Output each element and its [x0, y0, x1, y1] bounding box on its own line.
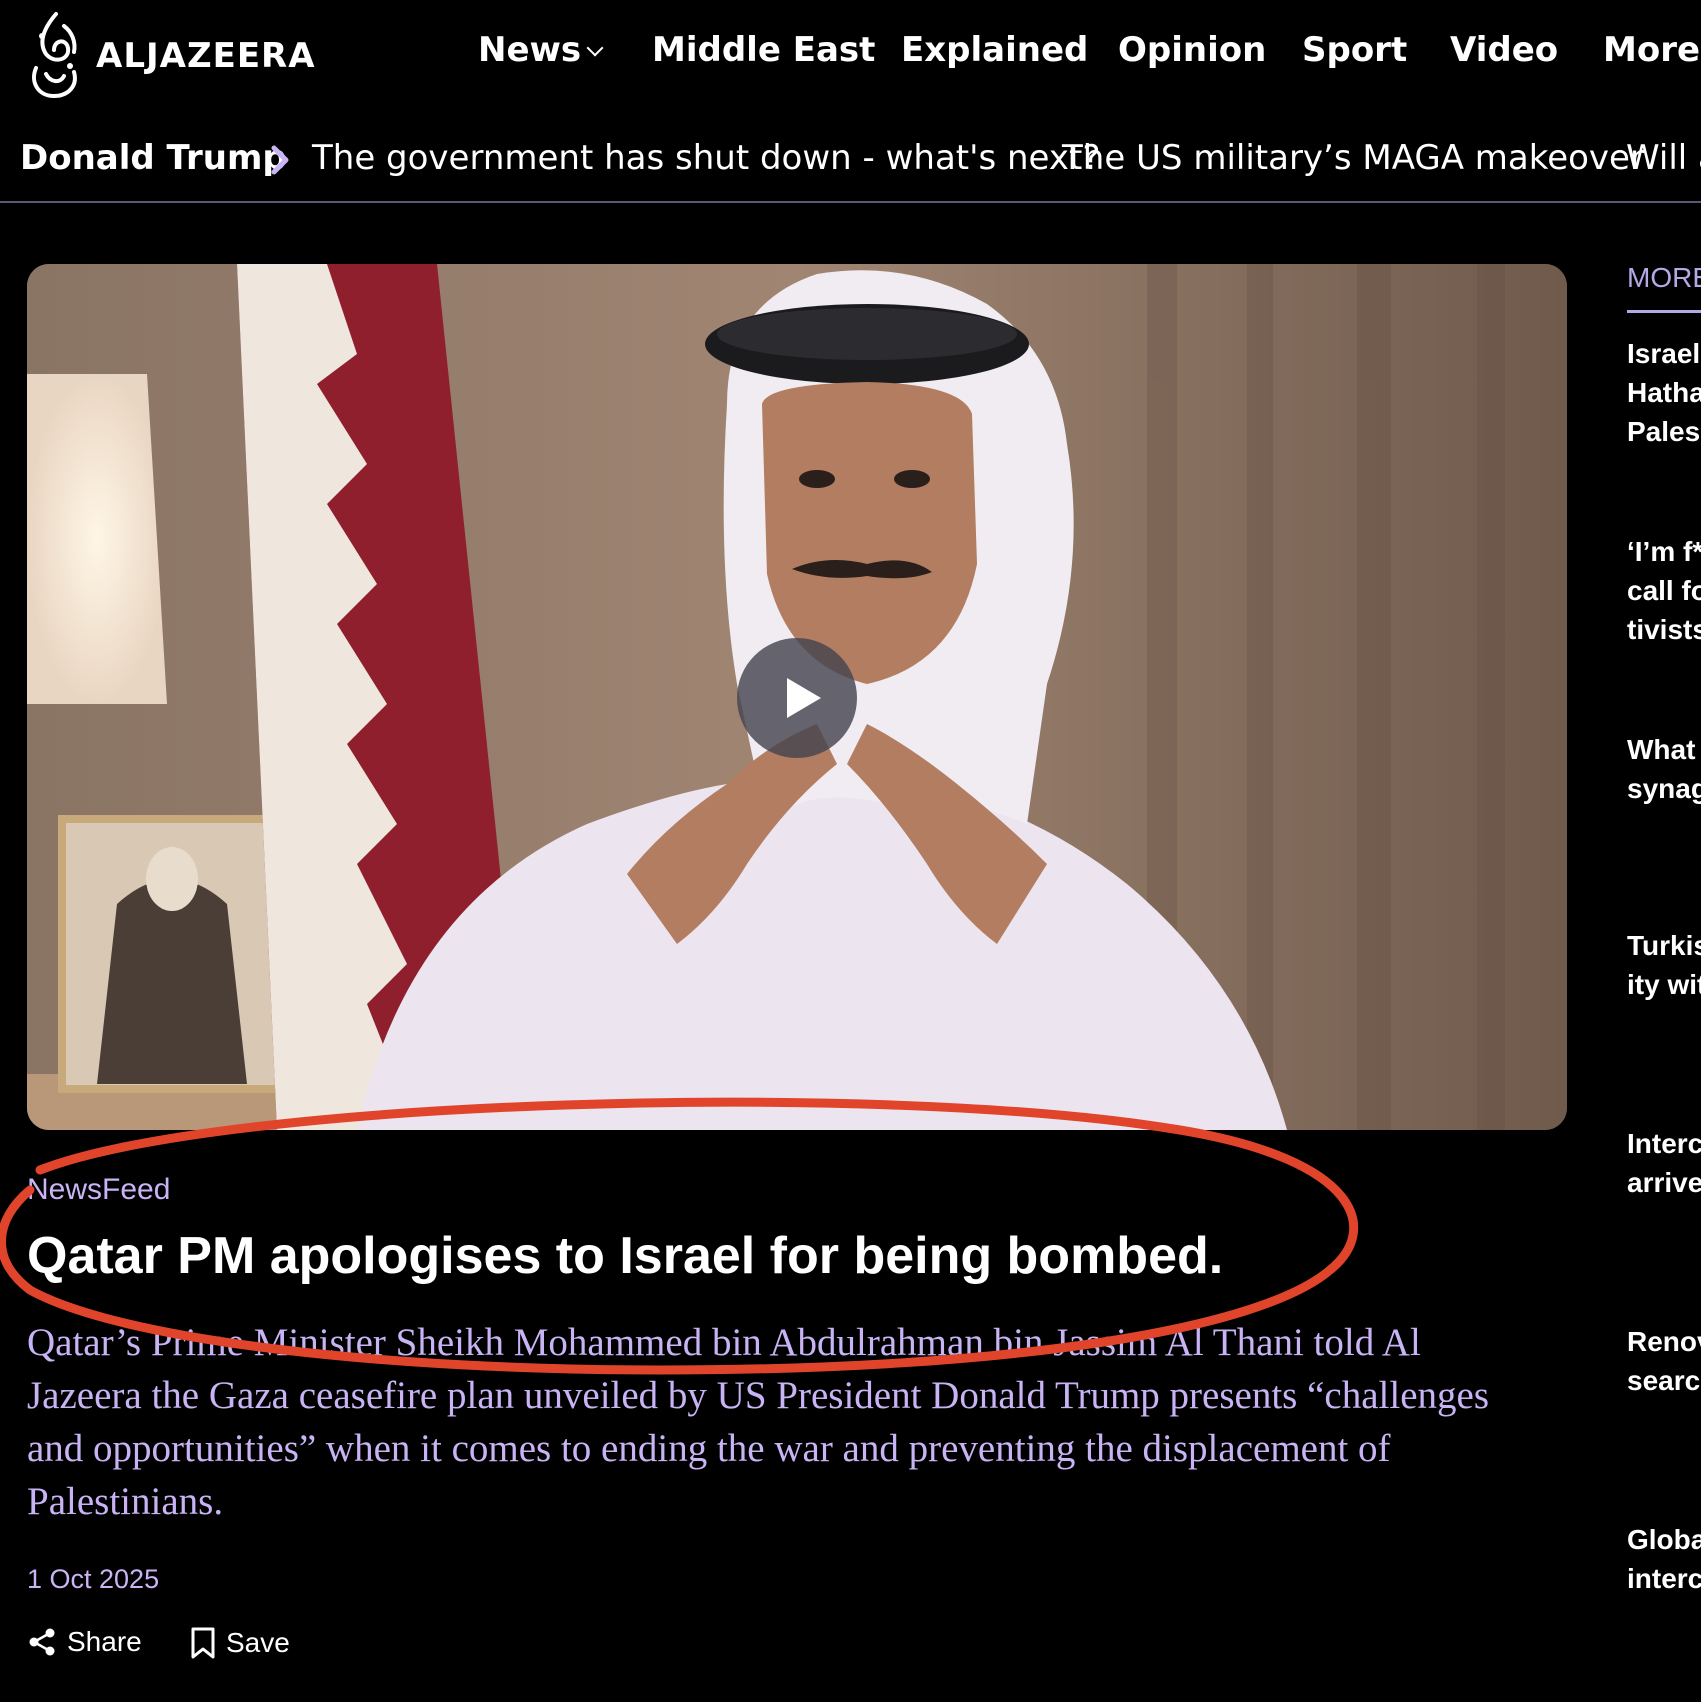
more-story-link[interactable]: ‘I’m f* call fo tivists — [1627, 532, 1701, 649]
bookmark-icon — [191, 1627, 215, 1659]
play-icon[interactable] — [737, 638, 857, 758]
article-headline[interactable]: Qatar PM apologises to Israel for being … — [27, 1226, 1223, 1286]
more-story-link[interactable]: Globa interc — [1627, 1520, 1701, 1598]
nav-item-label: News — [478, 30, 582, 70]
nav-item-sport[interactable]: Sport — [1302, 30, 1407, 70]
trending-link[interactable]: The US military’s MAGA makeover — [1062, 138, 1644, 178]
nav-item-label: More — [1603, 30, 1701, 70]
aljazeera-calligraphy-icon — [32, 12, 77, 99]
more-story-link[interactable]: Interc arrive — [1627, 1124, 1701, 1202]
more-stories-heading: MORE — [1627, 262, 1701, 293]
chevron-right-icon — [271, 145, 289, 175]
share-label: Share — [67, 1626, 142, 1657]
share-button[interactable]: Share — [27, 1626, 142, 1658]
article-date: 1 Oct 2025 — [27, 1564, 160, 1594]
share-icon — [29, 1628, 55, 1656]
nav-item-explained[interactable]: Explained — [901, 30, 1088, 70]
trending-link[interactable]: Will a — [1626, 138, 1701, 178]
trending-bar: Donald Trump The government has shut dow… — [0, 128, 1701, 203]
brand-name: ALJAZEERA — [96, 36, 316, 76]
chevron-down-icon — [586, 39, 604, 57]
divider — [1627, 310, 1701, 313]
nav-item-middle-east[interactable]: Middle East — [652, 30, 875, 70]
more-story-link[interactable]: Turkis ity wit — [1627, 926, 1701, 1004]
save-button[interactable]: Save — [190, 1626, 290, 1660]
aljazeera-logo[interactable]: ALJAZEERA — [24, 6, 316, 106]
video-player[interactable] — [27, 264, 1567, 1130]
article-summary: Qatar’s Prime Minister Sheikh Mohammed b… — [27, 1321, 1490, 1523]
more-story-link[interactable]: What synag — [1627, 730, 1701, 808]
trending-topic-link[interactable]: Donald Trump — [20, 138, 287, 178]
nav-item-news[interactable]: News — [478, 30, 604, 70]
nav-item-opinion[interactable]: Opinion — [1118, 30, 1266, 70]
nav-item-video[interactable]: Video — [1450, 30, 1558, 70]
more-story-link[interactable]: Renov searc — [1627, 1322, 1701, 1400]
nav-item-more[interactable]: More — [1603, 30, 1701, 70]
article-category-link[interactable]: NewsFeed — [27, 1173, 170, 1207]
more-story-link[interactable]: Israel Hatha Pales — [1627, 334, 1701, 451]
top-navigation: ALJAZEERA News Middle East Explained Opi… — [0, 0, 1701, 115]
save-label: Save — [226, 1627, 290, 1658]
trending-link[interactable]: The government has shut down - what's ne… — [312, 138, 1100, 178]
